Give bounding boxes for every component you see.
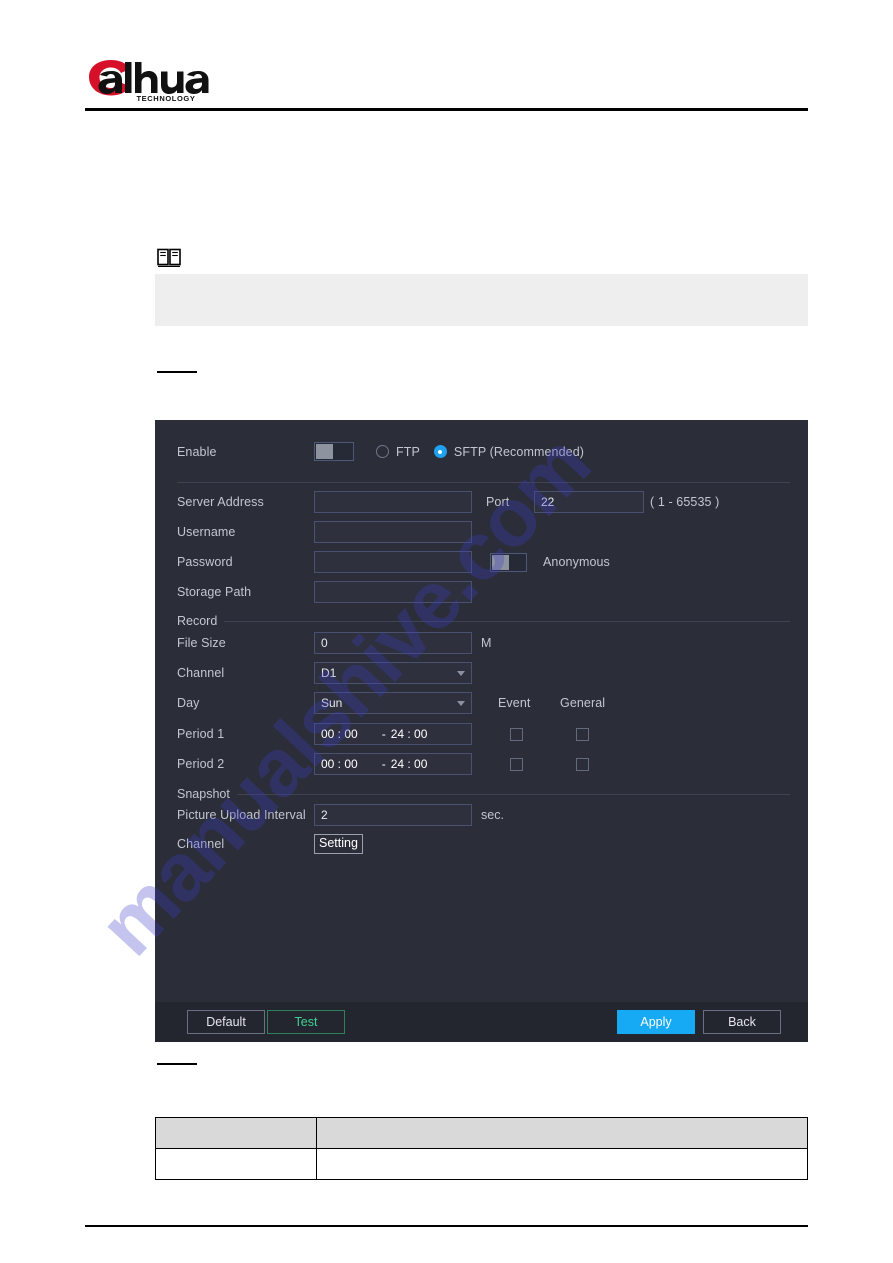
anonymous-label: Anonymous [543, 555, 610, 569]
period-1-start: 00 : 00 [321, 727, 358, 741]
period-2-dash: - [381, 757, 386, 771]
period-1-general-checkbox[interactable] [576, 727, 589, 741]
back-button[interactable]: Back [703, 1010, 781, 1034]
picture-upload-interval-unit: sec. [481, 808, 504, 822]
default-button[interactable]: Default [187, 1010, 265, 1034]
snapshot-group-rule [236, 793, 790, 795]
footer-divider [85, 1225, 808, 1227]
note-book-icon [157, 248, 181, 268]
day-label: Day [177, 696, 200, 710]
record-group-label: Record [177, 614, 218, 628]
table-caption-rule [157, 1063, 197, 1065]
picture-upload-interval-label: Picture Upload Interval [177, 808, 306, 822]
period-2-end: 24 : 00 [390, 757, 428, 771]
table-header-cell-parameter [155, 1117, 317, 1149]
day-select[interactable]: Sun [314, 692, 472, 714]
picture-upload-interval-row: Picture Upload Interval 2 sec. [177, 804, 790, 826]
day-row: Day Sun Event General [177, 692, 790, 714]
period-1-row: Period 1 00 : 00 - 24 : 00 [177, 723, 790, 745]
enable-toggle[interactable] [314, 442, 354, 461]
radio-ftp[interactable] [376, 445, 389, 458]
server-address-input[interactable] [314, 491, 472, 513]
snapshot-group-label: Snapshot [177, 787, 230, 801]
table-cell-parameter [155, 1148, 317, 1180]
enable-label: Enable [177, 444, 217, 459]
file-size-unit: M [481, 636, 492, 650]
section-divider-top [177, 482, 790, 483]
snapshot-channel-row: Channel Setting [177, 834, 790, 854]
storage-path-row: Storage Path [177, 581, 790, 603]
radio-sftp-label: SFTP (Recommended) [453, 444, 585, 459]
password-label: Password [177, 555, 233, 569]
anonymous-toggle[interactable] [490, 552, 527, 572]
snapshot-channel-setting-button[interactable]: Setting [314, 834, 363, 854]
dahua-logo: TECHNOLOGY [86, 58, 216, 102]
parameter-description-table [155, 1117, 808, 1180]
snapshot-channel-label: Channel [177, 837, 225, 851]
period-1-label: Period 1 [177, 727, 225, 741]
page-header: TECHNOLOGY [0, 0, 893, 120]
picture-upload-interval-input[interactable]: 2 [314, 804, 472, 826]
enable-row: Enable FTP SFTP (Recommended) [177, 442, 790, 461]
day-value: Sun [321, 696, 343, 710]
table-cell-description [316, 1148, 808, 1180]
port-range-hint: ( 1 - 65535 ) [650, 495, 720, 509]
record-group-rule [224, 620, 790, 622]
username-row: Username [177, 521, 790, 543]
period-2-event-checkbox[interactable] [510, 757, 523, 771]
password-input[interactable] [314, 551, 472, 573]
radio-ftp-label: FTP [396, 444, 420, 459]
header-divider [85, 108, 808, 111]
table-header-row [155, 1117, 808, 1149]
username-label: Username [177, 525, 236, 539]
server-address-label: Server Address [177, 495, 264, 509]
password-row: Password Anonymous [177, 551, 790, 573]
test-button[interactable]: Test [267, 1010, 345, 1034]
note-callout-box [155, 274, 808, 326]
table-header-cell-description [316, 1117, 808, 1149]
apply-button[interactable]: Apply [617, 1010, 695, 1034]
period-2-start: 00 : 00 [321, 757, 358, 771]
file-size-input[interactable]: 0 [314, 632, 472, 654]
radio-sftp[interactable] [433, 445, 447, 458]
port-label: Port [486, 495, 510, 509]
table-row [155, 1148, 808, 1180]
record-channel-label: Channel [177, 666, 225, 680]
figure-caption-rule [157, 371, 197, 373]
server-address-row: Server Address Port 22 ( 1 - 65535 ) [177, 491, 790, 513]
dialog-footer-bar: Default Test Apply Back [155, 1002, 808, 1042]
username-input[interactable] [314, 521, 472, 543]
storage-path-input[interactable] [314, 581, 472, 603]
anonymous-toggle-knob [492, 554, 509, 570]
period-1-dash: - [381, 727, 386, 741]
svg-text:TECHNOLOGY: TECHNOLOGY [137, 94, 196, 102]
snapshot-group-heading: Snapshot [177, 787, 790, 801]
dialog-body: Enable FTP SFTP (Recommended) Server Add… [155, 420, 808, 1002]
record-channel-row: Channel D1 [177, 662, 790, 684]
period-2-general-checkbox[interactable] [576, 757, 589, 771]
period-1-range-input[interactable]: 00 : 00 - 24 : 00 [314, 723, 472, 745]
ftp-settings-dialog: Enable FTP SFTP (Recommended) Server Add… [155, 420, 808, 1042]
enable-toggle-knob [316, 444, 333, 459]
period-1-end: 24 : 00 [390, 727, 428, 741]
col-header-general: General [560, 696, 606, 710]
file-size-row: File Size 0 M [177, 632, 790, 654]
record-channel-value: D1 [321, 666, 337, 680]
period-2-range-input[interactable]: 00 : 00 - 24 : 00 [314, 753, 472, 775]
record-channel-select[interactable]: D1 [314, 662, 472, 684]
file-size-label: File Size [177, 636, 226, 650]
col-header-event: Event [498, 696, 531, 710]
port-input[interactable]: 22 [534, 491, 644, 513]
period-1-event-checkbox[interactable] [510, 727, 523, 741]
storage-path-label: Storage Path [177, 585, 252, 599]
period-2-row: Period 2 00 : 00 - 24 : 00 [177, 753, 790, 775]
chevron-down-icon [457, 700, 465, 706]
record-group-heading: Record [177, 614, 790, 628]
period-2-label: Period 2 [177, 757, 225, 771]
chevron-down-icon [457, 670, 465, 676]
